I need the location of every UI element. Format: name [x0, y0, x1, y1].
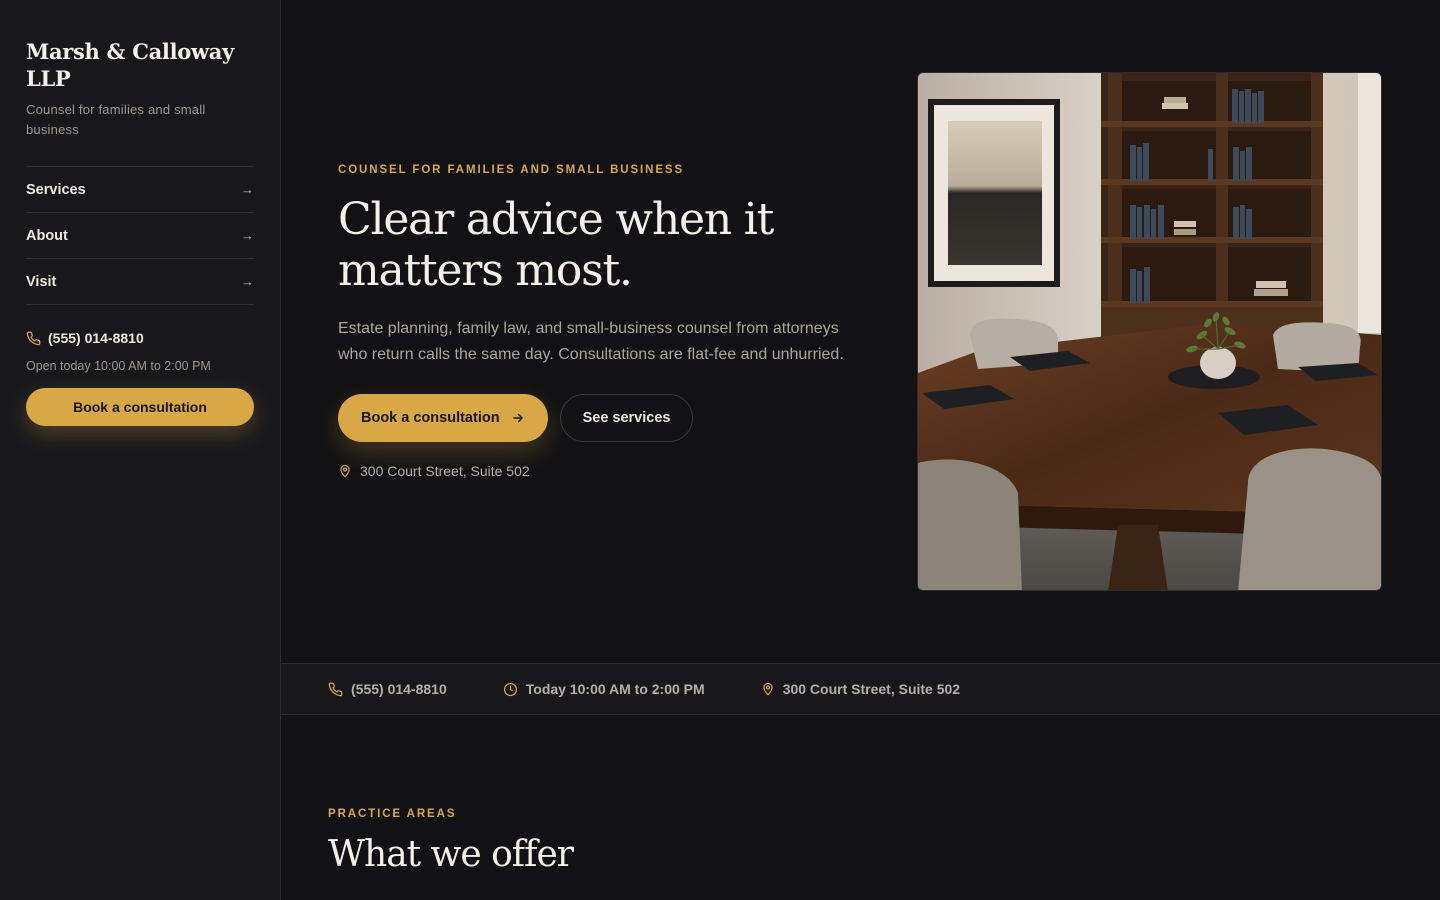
phone-icon	[328, 682, 343, 696]
arrow-right-icon	[512, 413, 523, 423]
infobar-phone[interactable]: (555) 014-8810	[328, 681, 447, 697]
sidebar: Marsh & Calloway LLP Counsel for familie…	[0, 0, 281, 900]
arrow-right-icon: →	[241, 182, 254, 197]
infobar-hours-text: Today 10:00 AM to 2:00 PM	[525, 681, 705, 697]
map-pin-icon	[340, 464, 350, 478]
nav-item-about[interactable]: About →	[26, 213, 254, 259]
hero-address[interactable]: 300 Court Street, Suite 502	[338, 463, 878, 479]
book-consultation-label: Book a consultation	[361, 410, 500, 426]
sidebar-phone[interactable]: (555) 014-8810	[26, 330, 254, 346]
nav-item-services[interactable]: Services →	[26, 167, 254, 213]
hero-lead: Estate planning, family law, and small-b…	[338, 320, 844, 363]
section-eyebrow: PRACTICE AREAS	[328, 808, 457, 820]
brand-name[interactable]: Marsh & Calloway LLP	[26, 38, 254, 92]
infobar-hours: Today 10:00 AM to 2:00 PM	[503, 681, 705, 697]
nav-item-label: Services	[26, 181, 86, 198]
sidebar-phone-text: (555) 014-8810	[48, 330, 144, 346]
arrow-right-icon: →	[241, 274, 254, 289]
hero-title: Clear advice when it matters most.	[338, 194, 774, 296]
infobar-address[interactable]: 300 Court Street, Suite 502	[761, 681, 960, 697]
arrow-right-icon: →	[241, 228, 254, 243]
hero-actions: Book a consultation See services	[338, 394, 878, 442]
map-pin-icon	[763, 682, 773, 696]
nav-item-label: About	[26, 227, 68, 244]
hero-photo-conference-room	[917, 72, 1382, 591]
hero-address-text: 300 Court Street, Suite 502	[360, 463, 530, 479]
hero: COUNSEL FOR FAMILIES AND SMALL BUSINESS …	[338, 164, 878, 479]
see-services-button[interactable]: See services	[559, 394, 694, 442]
sidebar-hours: Open today 10:00 AM to 2:00 PM	[26, 359, 211, 373]
hero-eyebrow: COUNSEL FOR FAMILIES AND SMALL BUSINESS	[338, 164, 685, 176]
sidebar-book-button[interactable]: Book a consultation	[26, 388, 254, 426]
clock-icon	[503, 682, 517, 696]
contact-info-bar: (555) 014-8810 Today 10:00 AM to 2:00 PM…	[281, 663, 1440, 715]
section-title: What we offer	[328, 834, 574, 875]
brand-tagline: Counsel for families and small business	[26, 102, 206, 137]
phone-icon	[26, 331, 41, 345]
book-consultation-button[interactable]: Book a consultation	[338, 394, 548, 442]
nav-item-visit[interactable]: Visit →	[26, 259, 254, 305]
infobar-phone-text: (555) 014-8810	[351, 681, 447, 697]
sidebar-nav: Services → About → Visit →	[26, 166, 254, 305]
infobar-address-text: 300 Court Street, Suite 502	[782, 681, 961, 697]
nav-item-label: Visit	[26, 273, 57, 290]
practice-areas-section: PRACTICE AREAS What we offer	[328, 808, 574, 875]
